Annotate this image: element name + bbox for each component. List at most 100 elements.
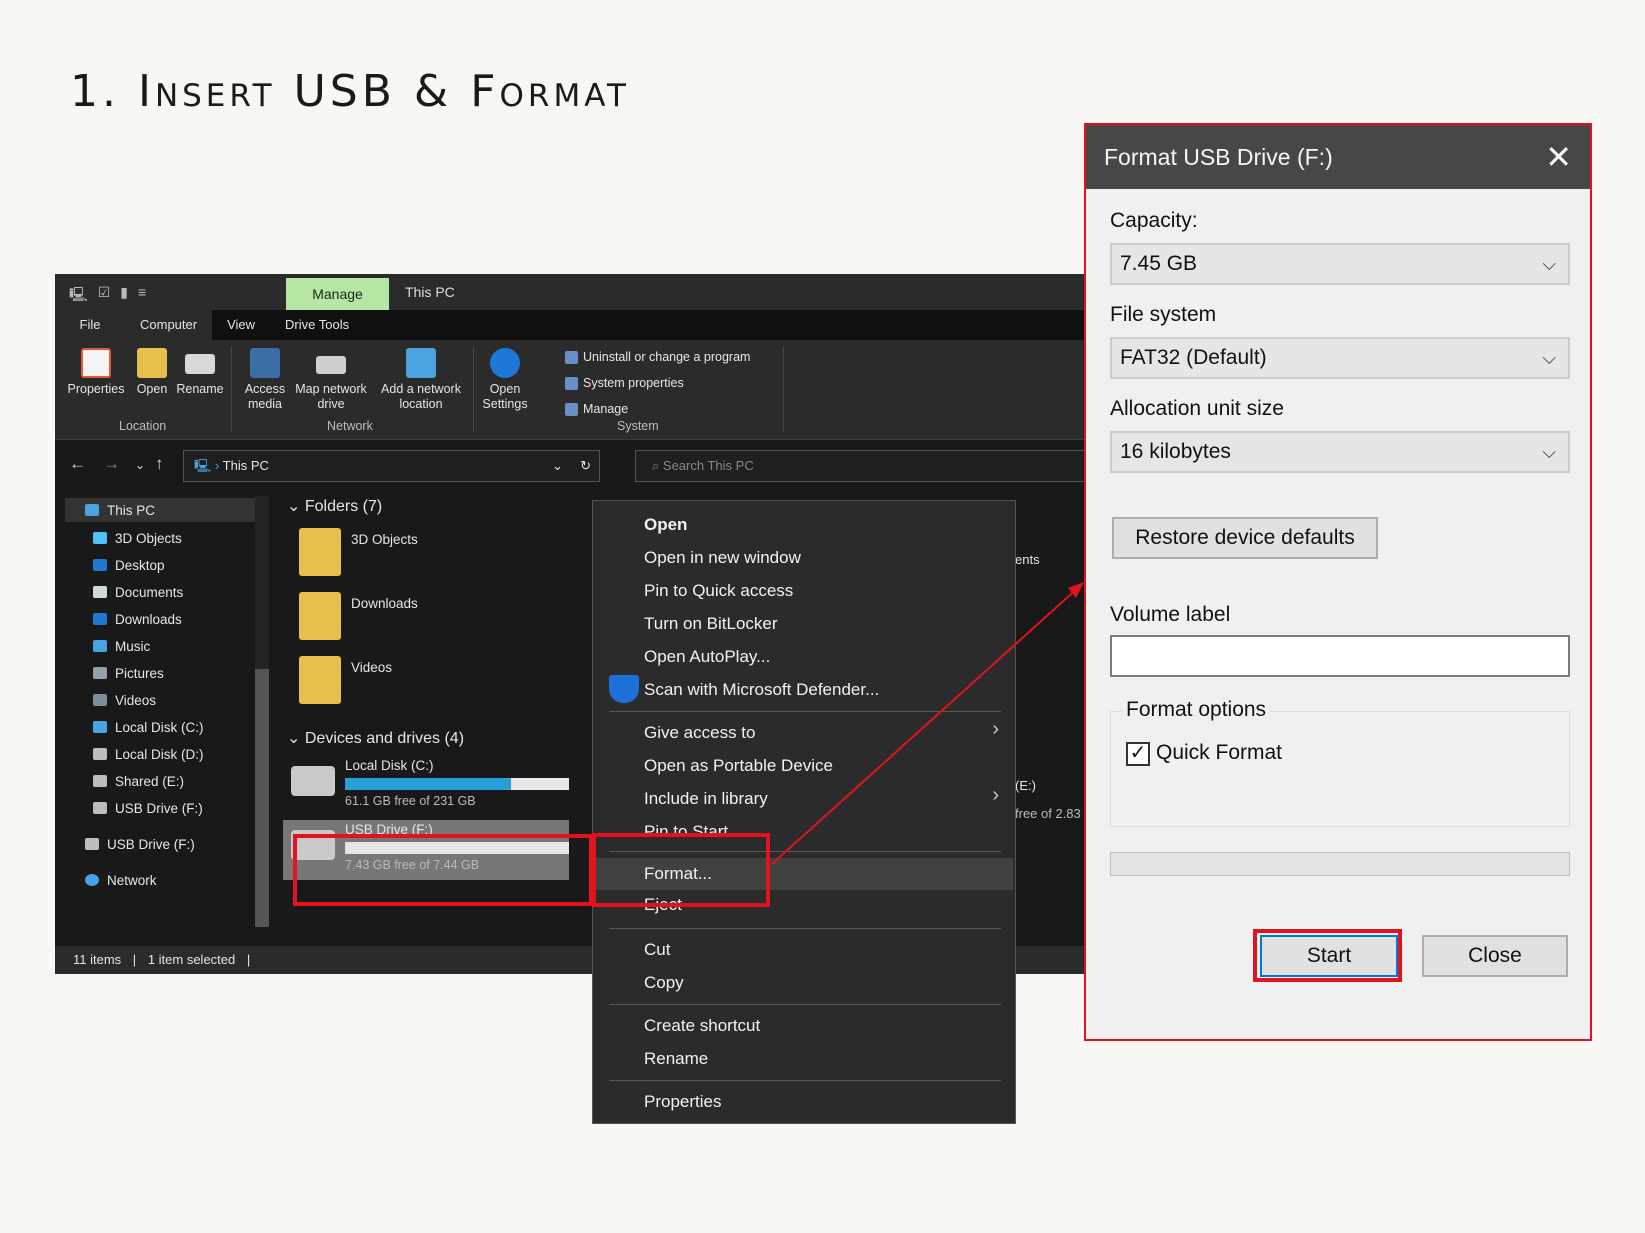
download-icon: [93, 613, 107, 625]
tab-file[interactable]: File: [55, 310, 125, 340]
folder-icon: [299, 528, 341, 576]
nav-item-shared-e[interactable]: Shared (E:): [93, 770, 184, 792]
nav-item-pictures[interactable]: Pictures: [93, 662, 164, 684]
volume-label-input[interactable]: [1110, 635, 1570, 677]
drives-section-header[interactable]: ⌄ Devices and drives (4): [287, 728, 464, 748]
forward-arrow-icon[interactable]: →: [103, 454, 120, 474]
nav-scrollbar-thumb[interactable]: [255, 669, 269, 927]
refresh-icon[interactable]: ↻: [580, 451, 591, 481]
menu-item-rename[interactable]: Rename: [644, 1043, 708, 1075]
rename-button[interactable]: Rename: [175, 348, 225, 397]
folder-item-3d-objects[interactable]: 3D Objects: [299, 528, 418, 576]
drive-usage-bar: [345, 778, 569, 790]
pc-icon: 🖳 ›: [194, 458, 223, 473]
quick-access-toolbar: 🖳 ☑ ▮ ≡: [69, 284, 146, 308]
usb-drive-icon: [85, 838, 99, 850]
folder-quick-icon[interactable]: ▮: [120, 284, 128, 308]
nav-item-downloads[interactable]: Downloads: [93, 608, 182, 630]
chevron-down-icon[interactable]: ⌄: [552, 451, 563, 481]
highlight-box-start: [1253, 929, 1402, 982]
folder-item-videos[interactable]: Videos: [299, 656, 392, 704]
search-icon: ⌕: [652, 458, 663, 473]
properties-button[interactable]: Properties: [63, 348, 129, 397]
quick-format-label[interactable]: Quick Format: [1156, 741, 1282, 765]
uninstall-program-button[interactable]: Uninstall or change a program: [565, 350, 750, 364]
nav-item-usb-drive-f[interactable]: USB Drive (F:): [93, 797, 203, 819]
nav-item-3d-objects[interactable]: 3D Objects: [93, 527, 182, 549]
nav-item-music[interactable]: Music: [93, 635, 150, 657]
peek-text: ents: [1015, 552, 1040, 567]
ribbon-divider: [473, 346, 474, 432]
ribbon: Properties Open Rename Location Access m…: [55, 340, 1085, 440]
open-settings-button[interactable]: Open Settings: [477, 348, 533, 412]
nav-item-network[interactable]: Network: [85, 869, 157, 891]
file-system-select[interactable]: FAT32 (Default) ⌵: [1110, 337, 1570, 379]
menu-item-give-access[interactable]: Give access to: [644, 717, 756, 749]
tab-drive-tools[interactable]: Drive Tools: [270, 310, 364, 340]
drive-item-local-disk-c[interactable]: Local Disk (C:) 61.1 GB free of 231 GB: [283, 756, 569, 816]
menu-item-include-library[interactable]: Include in library: [644, 783, 768, 815]
restore-defaults-button[interactable]: Restore device defaults: [1112, 517, 1378, 559]
allocation-unit-select[interactable]: 16 kilobytes ⌵: [1110, 431, 1570, 473]
menu-item-open-new-window[interactable]: Open in new window: [644, 542, 801, 574]
menu-item-open[interactable]: Open: [644, 509, 687, 541]
menu-item-pin-quick-access[interactable]: Pin to Quick access: [644, 575, 793, 607]
gear-icon: [490, 348, 520, 378]
capacity-select[interactable]: 7.45 GB ⌵: [1110, 243, 1570, 285]
chevron-down-icon: ⌵: [1542, 348, 1556, 368]
network-icon: [85, 874, 99, 886]
nav-item-this-pc[interactable]: This PC: [85, 499, 155, 521]
menu-item-portable-device[interactable]: Open as Portable Device: [644, 750, 833, 782]
menu-item-create-shortcut[interactable]: Create shortcut: [644, 1010, 760, 1042]
nav-item-videos[interactable]: Videos: [93, 689, 156, 711]
menu-separator: [609, 1080, 1001, 1081]
allocation-unit-label: Allocation unit size: [1110, 397, 1284, 420]
menu-item-copy[interactable]: Copy: [644, 967, 684, 999]
context-menu: Open Open in new window Pin to Quick acc…: [592, 500, 1016, 1124]
network-drive-icon: [316, 356, 346, 374]
nav-item-usb-drive-f-root[interactable]: USB Drive (F:): [85, 833, 195, 855]
format-progress-bar: [1110, 852, 1570, 876]
music-icon: [93, 640, 107, 652]
nav-item-local-disk-c[interactable]: Local Disk (C:): [93, 716, 204, 738]
close-icon[interactable]: ✕: [1545, 125, 1572, 189]
add-network-location-button[interactable]: Add a network location: [373, 348, 469, 412]
up-arrow-icon[interactable]: ↑: [155, 454, 164, 474]
close-button[interactable]: Close: [1422, 935, 1568, 977]
nav-item-local-disk-d[interactable]: Local Disk (D:): [93, 743, 204, 765]
customize-toolbar-icon[interactable]: ≡: [138, 284, 146, 308]
nav-item-documents[interactable]: Documents: [93, 581, 183, 603]
access-media-button[interactable]: Access media: [235, 348, 295, 412]
picture-icon: [93, 667, 107, 679]
map-network-drive-button[interactable]: Map network drive: [289, 348, 373, 412]
back-arrow-icon[interactable]: ←: [69, 454, 86, 474]
folders-section-header[interactable]: ⌄ Folders (7): [287, 496, 382, 516]
menu-item-autoplay[interactable]: Open AutoPlay...: [644, 641, 770, 673]
address-input[interactable]: 🖳 › This PC ⌄ ↻: [183, 450, 600, 482]
pc-icon[interactable]: 🖳: [69, 284, 88, 308]
menu-item-cut[interactable]: Cut: [644, 934, 670, 966]
menu-item-properties[interactable]: Properties: [644, 1086, 721, 1118]
menu-item-scan-defender[interactable]: Scan with Microsoft Defender...: [644, 674, 879, 706]
volume-label-label: Volume label: [1110, 603, 1231, 626]
quick-format-checkbox[interactable]: ✓: [1126, 742, 1150, 766]
tab-computer[interactable]: Computer: [125, 310, 213, 340]
dialog-title-bar: Format USB Drive (F:) ✕: [1086, 125, 1590, 189]
nav-item-desktop[interactable]: Desktop: [93, 554, 165, 576]
dialog-title: Format USB Drive (F:): [1104, 144, 1333, 170]
peek-drive-e-free: free of 2.83: [1015, 806, 1081, 821]
search-input[interactable]: ⌕ Search This PC: [635, 450, 1085, 482]
recent-chevron-icon[interactable]: ⌄: [135, 458, 145, 472]
network-location-icon: [406, 348, 436, 378]
shield-icon: [609, 675, 639, 703]
manage-button[interactable]: Manage: [565, 402, 628, 416]
menu-separator: [609, 928, 1001, 929]
tab-view[interactable]: View: [212, 310, 270, 340]
tab-manage[interactable]: Manage: [286, 278, 389, 310]
open-button[interactable]: Open: [131, 348, 173, 397]
menu-item-bitlocker[interactable]: Turn on BitLocker: [644, 608, 778, 640]
folder-item-downloads[interactable]: Downloads: [299, 592, 418, 640]
system-properties-button[interactable]: System properties: [565, 376, 684, 390]
properties-quick-icon[interactable]: ☑: [98, 284, 111, 308]
capacity-label: Capacity:: [1110, 209, 1198, 232]
